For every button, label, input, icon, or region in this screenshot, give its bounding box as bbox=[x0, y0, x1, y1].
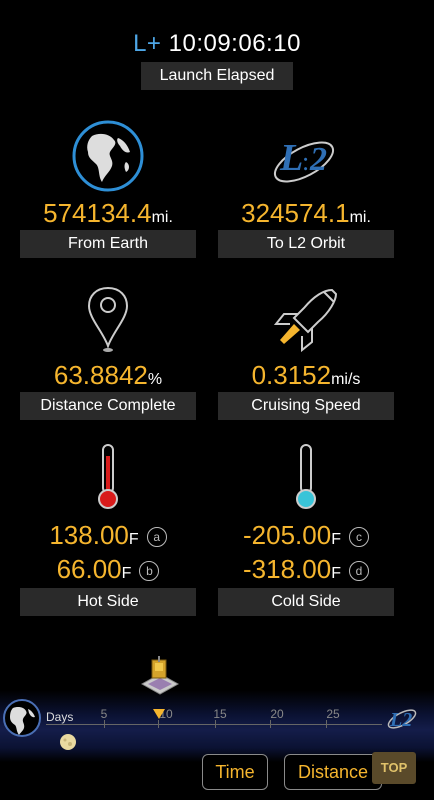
cold-side-label: Cold Side bbox=[218, 588, 394, 616]
distance-complete-unit: % bbox=[147, 371, 163, 388]
tick-label-5: 5 bbox=[100, 707, 108, 721]
svg-text:2: 2 bbox=[309, 141, 327, 178]
tick-mark bbox=[270, 720, 271, 728]
cold-d-value: -318.00 bbox=[243, 554, 332, 584]
tick-label-20: 20 bbox=[270, 707, 284, 721]
cold-reading-d: -318.00F d bbox=[218, 552, 394, 586]
info-badge-b[interactable]: b bbox=[139, 560, 160, 581]
to-l2-card: L : 2 324574.1mi. To L2 Orbit bbox=[218, 118, 394, 258]
earth-timeline-icon[interactable] bbox=[2, 698, 42, 743]
days-label: Days bbox=[46, 710, 74, 724]
elapsed-header: L+ 10:09:06:10 Launch Elapsed bbox=[0, 30, 434, 90]
cold-d-unit: F bbox=[331, 565, 341, 582]
svg-text::: : bbox=[302, 147, 309, 176]
to-l2-unit: mi. bbox=[349, 209, 371, 226]
distance-complete-card: 63.8842% Distance Complete bbox=[20, 280, 196, 420]
from-earth-unit: mi. bbox=[151, 209, 173, 226]
top-button[interactable]: TOP bbox=[372, 752, 416, 784]
hot-a-unit: F bbox=[128, 531, 139, 548]
from-earth-card: 574134.4mi. From Earth bbox=[20, 118, 196, 258]
cruising-speed-unit: mi/s bbox=[331, 371, 361, 388]
to-l2-value: 324574.1 bbox=[241, 198, 350, 228]
l2-timeline-label: L2 bbox=[389, 709, 412, 731]
elapsed-time: 10:09:06:10 bbox=[168, 30, 301, 57]
info-badge-d[interactable]: d bbox=[348, 560, 369, 581]
hot-a-value: 138.00 bbox=[49, 520, 129, 550]
l2-orbit-icon: L : 2 bbox=[218, 118, 394, 194]
hot-reading-b: 66.00F b bbox=[20, 552, 196, 586]
tick-label-25: 25 bbox=[326, 707, 340, 721]
tick-mark bbox=[326, 720, 327, 728]
l2-timeline-icon[interactable]: L2 bbox=[384, 702, 420, 739]
map-pin-icon bbox=[20, 280, 196, 356]
hot-side-label: Hot Side bbox=[20, 588, 196, 616]
cold-c-value: -205.00 bbox=[243, 520, 332, 550]
distance-complete-value: 63.8842 bbox=[53, 360, 148, 390]
hot-b-value: 66.00 bbox=[56, 554, 122, 584]
hot-b-unit: F bbox=[121, 565, 132, 582]
cold-reading-c: -205.00F c bbox=[218, 518, 394, 552]
cold-side-card: -205.00F c -318.00F d Cold Side bbox=[218, 440, 394, 616]
thermometer-hot-icon bbox=[20, 440, 196, 510]
earth-icon bbox=[20, 118, 196, 194]
moon-icon bbox=[58, 732, 78, 757]
cold-c-unit: F bbox=[331, 531, 341, 548]
current-position-marker[interactable] bbox=[153, 706, 165, 724]
cruising-speed-label: Cruising Speed bbox=[218, 392, 394, 420]
tick-label-15: 15 bbox=[213, 707, 227, 721]
telescope-icon bbox=[138, 656, 182, 701]
thermometer-cold-icon bbox=[218, 440, 394, 510]
elapsed-label: Launch Elapsed bbox=[141, 62, 293, 90]
hot-reading-a: 138.00F a bbox=[20, 518, 196, 552]
elapsed-time-row: L+ 10:09:06:10 bbox=[0, 30, 434, 58]
hot-side-card: 138.00F a 66.00F b Hot Side bbox=[20, 440, 196, 616]
from-earth-label: From Earth bbox=[20, 230, 196, 258]
distance-button[interactable]: Distance bbox=[284, 754, 382, 790]
distance-complete-label: Distance Complete bbox=[20, 392, 196, 420]
info-badge-a[interactable]: a bbox=[146, 526, 167, 547]
cruising-speed-value: 0.3152 bbox=[251, 360, 332, 390]
cruising-speed-card: 0.3152mi/s Cruising Speed bbox=[218, 280, 394, 420]
timeline-track[interactable] bbox=[46, 724, 382, 725]
svg-text:L: L bbox=[279, 137, 303, 179]
tick-mark bbox=[104, 720, 105, 728]
from-earth-value: 574134.4 bbox=[43, 198, 152, 228]
rocket-icon bbox=[218, 280, 394, 356]
info-badge-c[interactable]: c bbox=[348, 526, 369, 547]
tick-mark bbox=[215, 720, 216, 728]
to-l2-label: To L2 Orbit bbox=[218, 230, 394, 258]
elapsed-prefix: L+ bbox=[133, 30, 162, 57]
time-button[interactable]: Time bbox=[202, 754, 268, 790]
